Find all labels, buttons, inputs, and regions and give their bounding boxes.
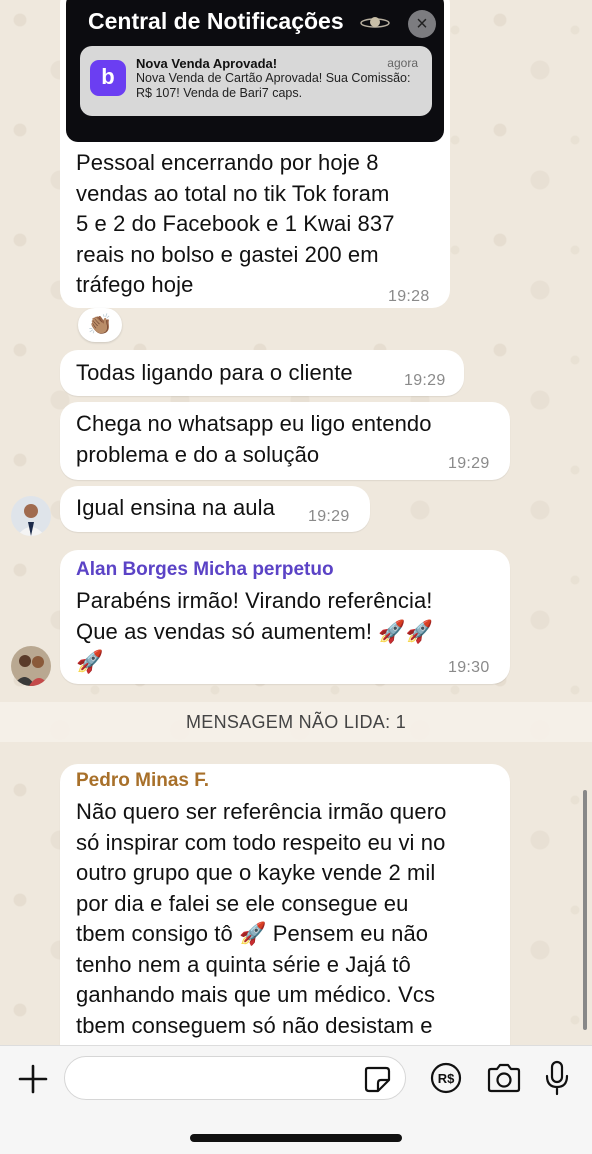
notification-body: Nova Venda de Cartão Aprovada! Sua Comis… — [136, 71, 411, 100]
message-time: 19:29 — [448, 455, 490, 472]
message-text: Todas ligando para o cliente — [76, 360, 353, 385]
sender-avatar[interactable] — [11, 496, 51, 536]
sender-avatar[interactable] — [11, 646, 51, 686]
reaction-badge[interactable]: 👏🏽 — [78, 308, 122, 342]
message-text: Não quero ser referência irmão quero só … — [76, 799, 447, 1038]
avatar-photo — [11, 496, 51, 536]
notification-heading: Nova Venda Aprovada! — [136, 56, 278, 71]
notification-card: b Nova Venda Aprovada! agora Nova Venda … — [80, 46, 432, 116]
close-icon: × — [408, 10, 436, 38]
message-bubble[interactable]: Igual ensina na aula 19:29 — [60, 486, 370, 532]
camera-icon[interactable] — [486, 1062, 522, 1094]
avatar-photo — [11, 646, 51, 686]
unread-divider: MENSAGEM NÃO LIDA: 1 — [0, 702, 592, 742]
planet-icon — [360, 17, 390, 28]
message-composer: R$ — [0, 1045, 592, 1154]
message-time: 19:30 — [448, 659, 490, 676]
message-bubble[interactable]: Pedro Minas F. Não quero ser referência … — [60, 764, 510, 1045]
message-text: Pessoal encerrando por hoje 8 vendas ao … — [76, 150, 395, 297]
home-indicator[interactable] — [190, 1134, 402, 1142]
message-time: 19:29 — [404, 372, 446, 389]
message-bubble[interactable]: Todas ligando para o cliente 19:29 — [60, 350, 464, 396]
app-icon: b — [90, 60, 126, 96]
chat-area[interactable]: Central de Notificações × b Nova Venda A… — [0, 0, 592, 1045]
message-time: 19:28 — [388, 288, 430, 305]
notification-screenshot[interactable]: Central de Notificações × b Nova Venda A… — [66, 0, 444, 142]
notification-center-title: Central de Notificações — [88, 8, 344, 34]
notification-time: agora — [387, 56, 418, 70]
sender-name[interactable]: Alan Borges Micha perpetuo — [76, 559, 334, 581]
plus-icon[interactable] — [16, 1062, 50, 1096]
microphone-icon[interactable] — [542, 1060, 572, 1096]
message-text: Parabéns irmão! Virando referência! Que … — [76, 588, 434, 674]
payment-icon[interactable]: R$ — [430, 1062, 462, 1094]
image-message-bubble[interactable]: Central de Notificações × b Nova Venda A… — [60, 0, 450, 308]
message-text: Igual ensina na aula — [76, 495, 275, 520]
message-input[interactable] — [64, 1056, 406, 1100]
sender-name[interactable]: Pedro Minas F. — [76, 770, 209, 792]
message-time: 19:29 — [308, 508, 350, 525]
message-bubble[interactable]: Alan Borges Micha perpetuo Parabéns irmã… — [60, 550, 510, 684]
svg-text:R$: R$ — [438, 1071, 455, 1086]
scrollbar[interactable] — [583, 790, 587, 1030]
sticker-icon[interactable] — [362, 1064, 392, 1094]
message-bubble[interactable]: Chega no whatsapp eu ligo entendo proble… — [60, 402, 510, 480]
message-text: Chega no whatsapp eu ligo entendo proble… — [76, 411, 432, 467]
